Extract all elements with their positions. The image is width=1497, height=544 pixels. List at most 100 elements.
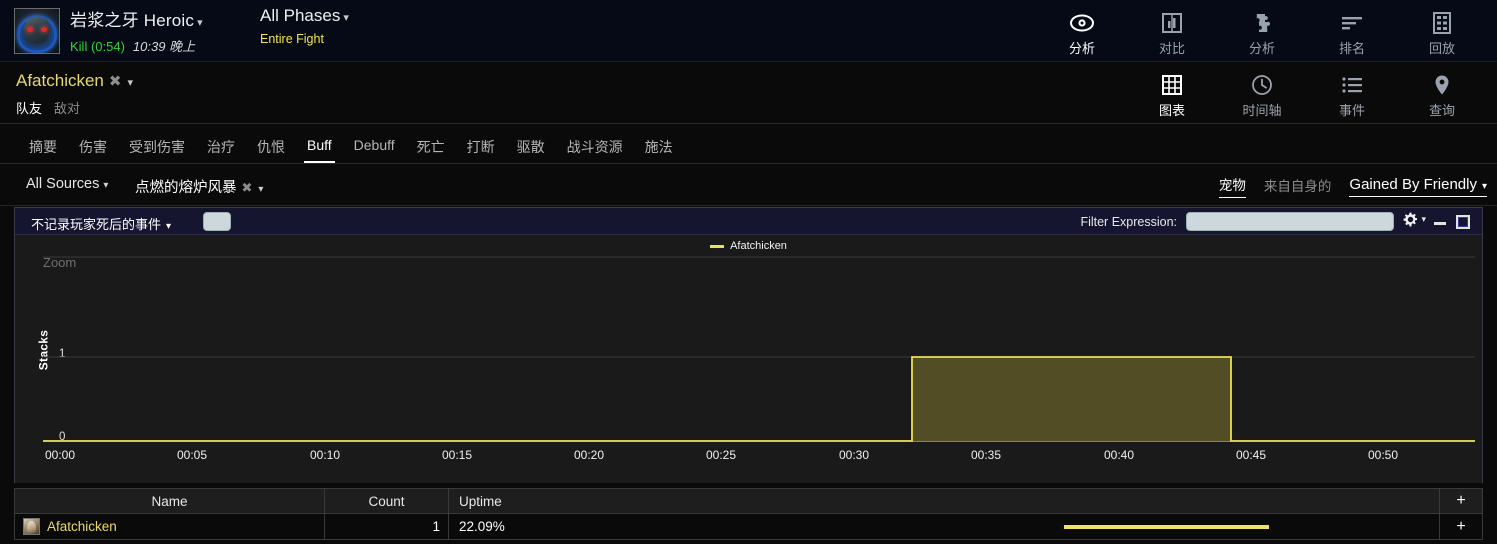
x-tick-7: 00:35: [971, 448, 1002, 462]
tab-buffs[interactable]: Buff: [296, 124, 343, 163]
chart-panel-toolbar: 不记录玩家死后的事件 ▾ Filter Expression: ▾: [15, 208, 1482, 235]
encounter-time-label: 10:39 晚上: [132, 39, 196, 54]
nav-item-charts[interactable]: 图表: [1127, 68, 1217, 126]
nav-item-ranking[interactable]: 排名: [1307, 6, 1397, 57]
row-add-button[interactable]: +: [1440, 514, 1482, 539]
wcl-analysis-page: 岩浆之牙 Heroic ▾ Kill (0:54) 10:39 晚上 All Pha…: [0, 0, 1497, 544]
tab-deaths[interactable]: 死亡: [406, 124, 456, 167]
toggle-from-self[interactable]: 来自自身的: [1264, 175, 1332, 198]
cell-uptime: 22.09%: [449, 514, 1440, 539]
column-header-add[interactable]: +: [1440, 489, 1482, 513]
toggle-pets[interactable]: 宠物: [1218, 174, 1246, 198]
nav-item-timeline-label: 时间轴: [1242, 103, 1282, 118]
cell-name-label: Afatchicken: [47, 519, 117, 534]
nav-item-ranking-label: 排名: [1338, 41, 1365, 56]
analysis-tab-row: 摘要 伤害 受到伤害 治疗 仇恨 Buff Debuff 死亡 打断 驱散 战斗…: [0, 124, 1497, 164]
x-tick-10: 00:50: [1368, 448, 1399, 462]
series-area-afatchicken: [912, 357, 1231, 441]
film-strip-icon: [1397, 10, 1487, 36]
nav-item-analyze-label: 分析: [1068, 41, 1095, 56]
table-row[interactable]: Afatchicken 1 22.09% +: [15, 514, 1482, 539]
nav-item-puzzle-analyze[interactable]: 分析: [1217, 6, 1307, 57]
tab-debuffs[interactable]: Debuff: [343, 124, 406, 163]
gear-icon[interactable]: ▾: [1403, 212, 1426, 227]
column-header-count[interactable]: Count: [325, 489, 449, 513]
close-icon[interactable]: ✖: [109, 73, 122, 90]
tab-dispels[interactable]: 驱散: [506, 124, 556, 167]
nav-item-compare[interactable]: 对比: [1127, 6, 1217, 57]
table-header-row: Name Count Uptime +: [15, 489, 1482, 514]
chevron-down-icon: ▾: [103, 180, 109, 191]
top-header-bar: 岩浆之牙 Heroic ▾ Kill (0:54) 10:39 晚上 All Pha…: [0, 0, 1497, 64]
x-tick-1: 00:05: [177, 448, 208, 462]
nav-item-replay-label: 回放: [1428, 41, 1455, 56]
tab-summary[interactable]: 摘要: [18, 124, 68, 167]
nav-item-query[interactable]: 查询: [1397, 68, 1487, 119]
chevron-down-icon: ▾: [1481, 180, 1487, 192]
tab-casts[interactable]: 施法: [634, 124, 684, 167]
x-tick-5: 00:25: [706, 448, 737, 462]
filter-expression-input[interactable]: [1186, 212, 1394, 231]
kill-status-label: Kill (0:54): [70, 39, 125, 54]
death-filter-dropdown[interactable]: 不记录玩家死后的事件 ▾: [31, 214, 171, 233]
filter-expression-label: Filter Expression:: [1080, 215, 1177, 229]
encounter-title-dropdown[interactable]: 岩浆之牙 Heroic ▾: [70, 6, 203, 31]
column-header-name[interactable]: Name: [15, 489, 325, 513]
minimize-icon[interactable]: [1434, 222, 1446, 225]
toggle-enemy[interactable]: 敌对: [54, 101, 80, 116]
column-header-uptime[interactable]: Uptime: [449, 489, 1440, 513]
series-line-afatchicken: [43, 356, 1475, 442]
gained-by-label: Gained By Friendly: [1349, 175, 1477, 193]
encounter-title-label: 岩浆之牙 Heroic: [70, 11, 195, 30]
source-select-label: All Sources: [26, 176, 100, 192]
nav-item-replay[interactable]: 回放: [1397, 6, 1487, 57]
chevron-down-icon: ▾: [1421, 214, 1426, 224]
encounter-subtitle: Kill (0:54) 10:39 晚上: [70, 36, 203, 55]
puzzle-icon: [1217, 10, 1307, 36]
tab-damage-done[interactable]: 伤害: [68, 124, 118, 167]
tab-interrupts[interactable]: 打断: [456, 124, 506, 167]
uptime-bar: [1064, 525, 1269, 529]
buff-stacks-chart[interactable]: Afatchicken Zoom Stacks 1 0 00:00 00:05 …: [15, 235, 1482, 483]
source-select-dropdown[interactable]: All Sources ▾: [26, 176, 108, 192]
close-icon[interactable]: ✖: [242, 180, 253, 195]
tab-threat[interactable]: 仇恨: [246, 124, 296, 167]
tab-resources[interactable]: 战斗资源: [556, 124, 634, 167]
cell-name[interactable]: Afatchicken: [15, 514, 325, 539]
x-tick-4: 00:20: [574, 448, 605, 462]
toggle-friendly[interactable]: 队友: [16, 101, 42, 116]
tab-damage-taken[interactable]: 受到伤害: [118, 124, 196, 167]
ability-select-label: 点燃的熔炉风暴: [135, 180, 237, 196]
tab-healing[interactable]: 治疗: [196, 124, 246, 167]
x-tick-6: 00:30: [839, 448, 870, 462]
nav-item-timeline[interactable]: 时间轴: [1217, 68, 1307, 119]
chart-panel: 不记录玩家死后的事件 ▾ Filter Expression: ▾ Afatchi…: [14, 207, 1483, 483]
phase-selector-block: All Phases ▾ Entire Fight: [260, 6, 349, 46]
maximize-icon[interactable]: [1456, 215, 1470, 229]
chevron-down-icon: ▾: [197, 17, 203, 29]
cell-count: 1: [325, 514, 449, 539]
secondary-nav: 图表 时间轴 事件 查询: [1127, 68, 1487, 126]
toolbar-toggle-button[interactable]: [203, 212, 231, 231]
chevron-down-icon: ▾: [166, 221, 172, 232]
player-side-toggle: 队友 敌对: [16, 98, 92, 117]
map-pin-icon: [1397, 72, 1487, 98]
phase-dropdown[interactable]: All Phases ▾: [260, 6, 349, 26]
boss-portrait-icon: [14, 8, 60, 54]
list-icon: [1307, 72, 1397, 98]
x-tick-9: 00:45: [1236, 448, 1267, 462]
ranking-bars-icon: [1307, 10, 1397, 36]
nav-item-puzzle-analyze-label: 分析: [1248, 41, 1275, 56]
ability-select-dropdown[interactable]: 点燃的熔炉风暴 ✖ ▾: [135, 176, 263, 197]
player-name-dropdown[interactable]: Afatchicken ✖ ▾: [16, 71, 133, 91]
nav-item-events-label: 事件: [1338, 103, 1365, 118]
nav-item-analyze[interactable]: 分析: [1037, 6, 1127, 64]
compare-icon: [1127, 10, 1217, 36]
nav-item-events[interactable]: 事件: [1307, 68, 1397, 119]
gained-by-dropdown[interactable]: Gained By Friendly ▾: [1349, 176, 1487, 197]
chevron-down-icon: ▾: [127, 77, 133, 89]
phase-sublabel: Entire Fight: [260, 32, 324, 46]
x-tick-8: 00:40: [1104, 448, 1135, 462]
buffs-table: Name Count Uptime + Afatchicken 1 22.09%…: [14, 488, 1483, 540]
chevron-down-icon: ▾: [258, 184, 264, 195]
